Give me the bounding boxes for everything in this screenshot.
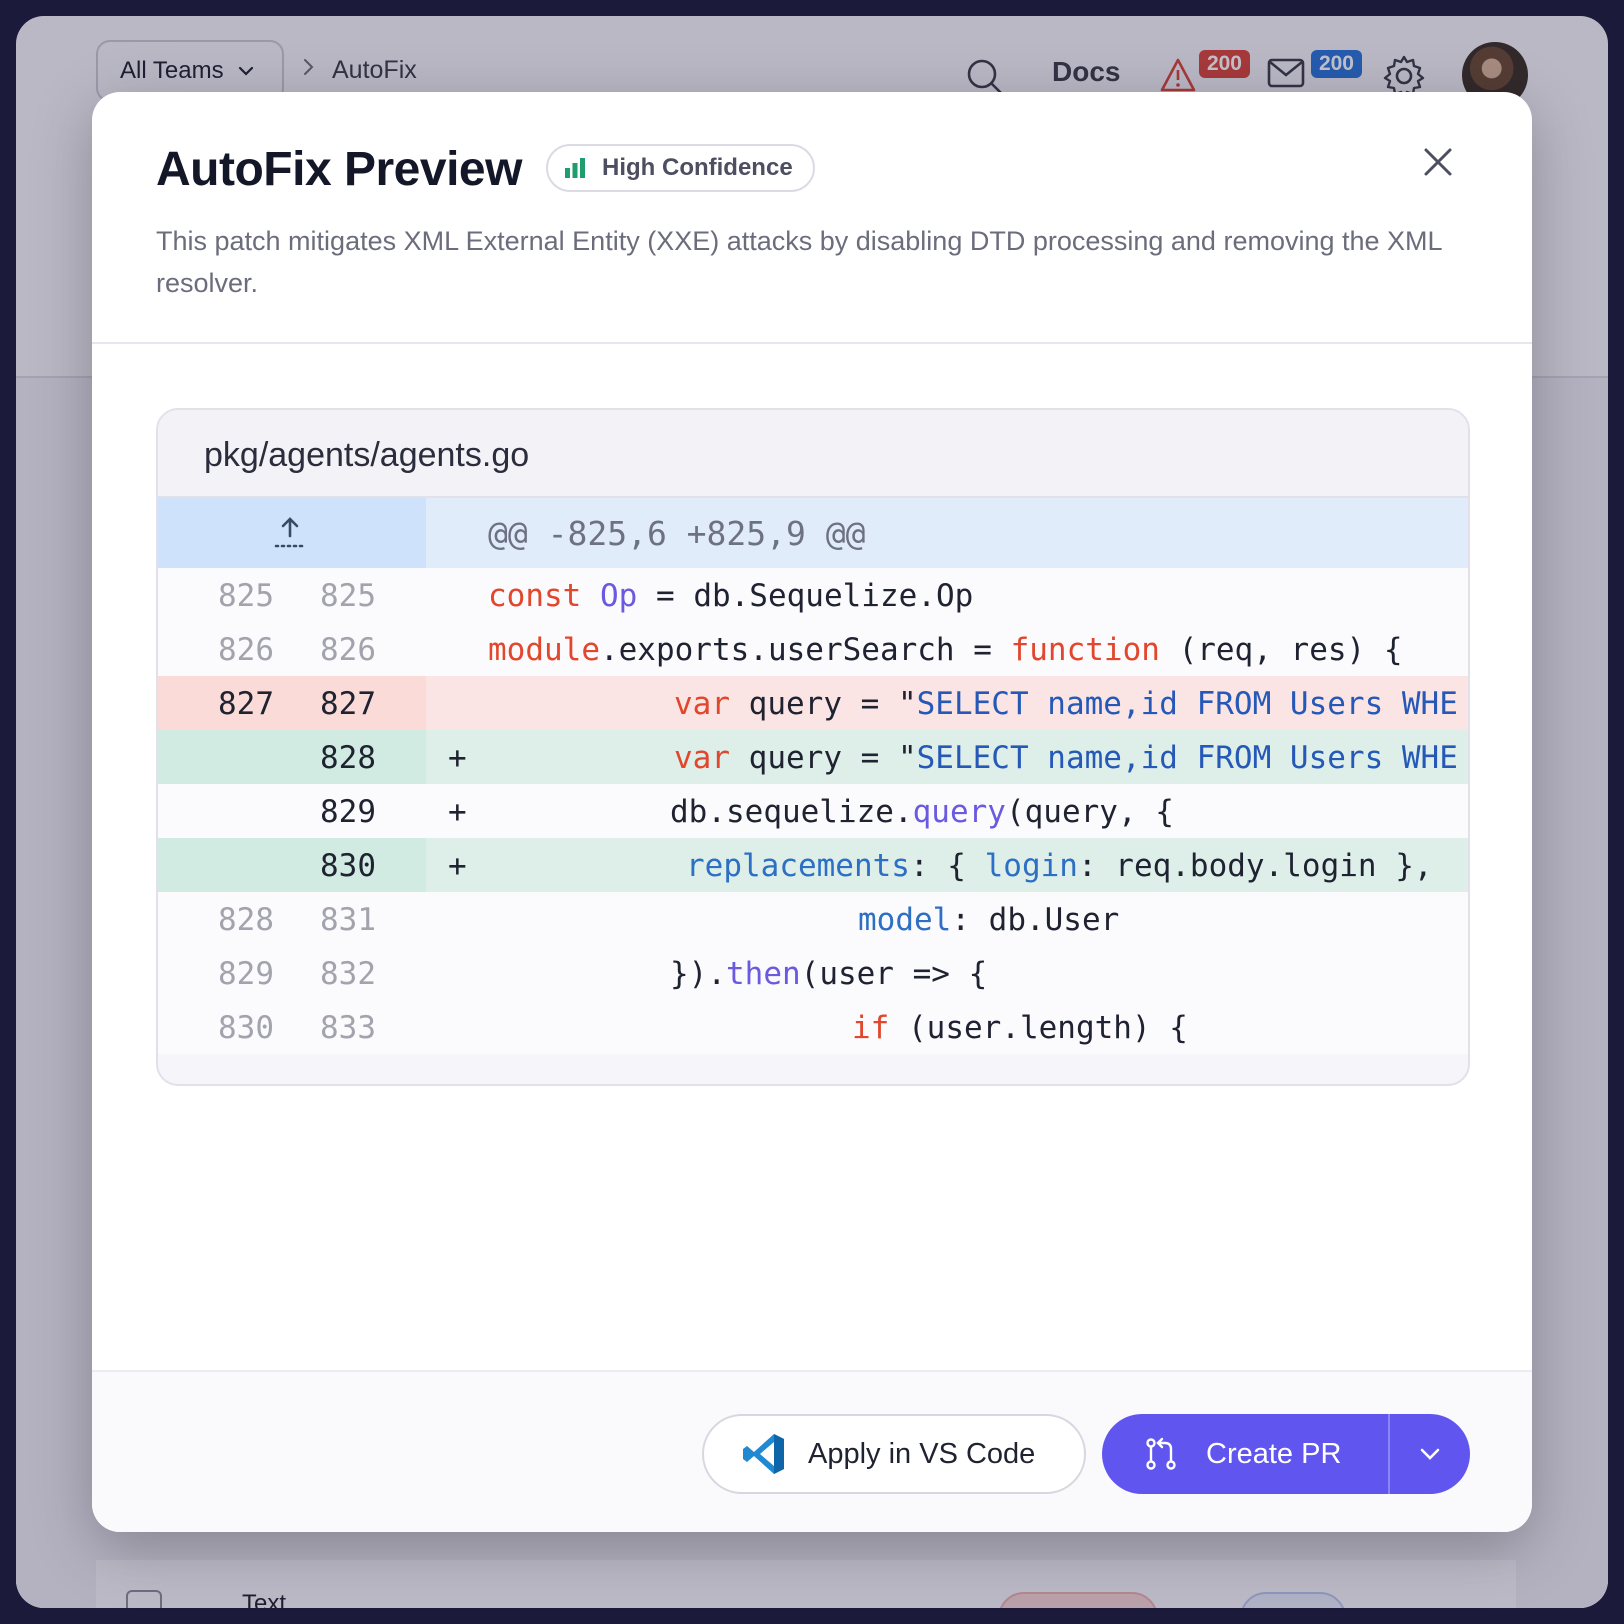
modal-title: AutoFix Preview [156, 143, 522, 196]
autofix-modal: AutoFix Preview High Confidence This pat… [92, 92, 1532, 1532]
code-property: login [984, 848, 1078, 884]
new-line-number: 829 [320, 794, 376, 830]
code-string: SELECT name,id FROM Users WHE [916, 686, 1458, 722]
code-line: replacements: { login: req.body.login }, [686, 848, 1433, 884]
code-line: }).then(user => { [670, 956, 987, 992]
code-token: }). [670, 956, 726, 992]
apply-in-vscode-button[interactable]: Apply in VS Code [702, 1414, 1086, 1494]
line-gutter [158, 838, 426, 892]
confidence-label: High Confidence [602, 154, 793, 181]
diff-line-added: 828 + var query = "SELECT name,id FROM U… [158, 730, 1468, 784]
code-token: (query, { [1005, 794, 1174, 830]
code-string: SELECT name,id FROM Users WHE [916, 740, 1458, 776]
code-token: .exports.userSearch = [599, 632, 1011, 668]
code-token: query = " [730, 740, 917, 776]
code-keyword: module [488, 632, 600, 668]
diff-line-added: 829 + db.sequelize.query(query, { [158, 784, 1468, 838]
code-line: var query = "SELECT name,id FROM Users W… [674, 740, 1458, 776]
code-keyword: var [674, 686, 730, 722]
new-line-number: 827 [320, 686, 376, 722]
line-gutter [158, 568, 426, 622]
modal-footer: Apply in VS Code Create PR [92, 1370, 1532, 1532]
hunk-range: @@ -825,6 +825,9 @@ [488, 514, 866, 553]
code-keyword: const [488, 578, 582, 614]
diff-line: 830 833 if (user.length) { [158, 1000, 1468, 1054]
new-line-number: 826 [320, 632, 376, 668]
code-token: = db.Sequelize.Op [637, 578, 974, 614]
code-token: : db.User [951, 902, 1120, 938]
code-method: then [726, 956, 801, 992]
modal-header: AutoFix Preview High Confidence This pat… [92, 92, 1532, 344]
old-line-number: 829 [218, 956, 274, 992]
code-keyword: var [674, 740, 730, 776]
diff-line-deleted: 827 827 var query = "SELECT name,id FROM… [158, 676, 1468, 730]
line-gutter [158, 1000, 426, 1054]
diff-line: 828 831 model: db.User [158, 892, 1468, 946]
create-pr-button[interactable]: Create PR [1102, 1414, 1388, 1494]
new-line-number: 832 [320, 956, 376, 992]
diff-lines: @@ -825,6 +825,9 @@ 825 825 const Op = d… [158, 498, 1468, 1054]
create-pr-options-button[interactable] [1390, 1414, 1470, 1494]
line-gutter [158, 622, 426, 676]
diff-line: 825 825 const Op = db.Sequelize.Op [158, 568, 1468, 622]
code-line: model: db.User [858, 902, 1119, 938]
old-line-number: 828 [218, 902, 274, 938]
pull-request-icon [1146, 1437, 1176, 1470]
code-token: : req.body.login }, [1077, 848, 1433, 884]
code-token: db.sequelize. [670, 794, 913, 830]
hunk-gutter[interactable] [158, 498, 426, 568]
diff-filename: pkg/agents/agents.go [158, 410, 1468, 498]
modal-description: This patch mitigates XML External Entity… [156, 226, 1442, 298]
code-keyword: function [1010, 632, 1160, 668]
confidence-badge: High Confidence [546, 144, 815, 192]
code-token: (req, res) { [1159, 632, 1403, 668]
apply-in-vscode-label: Apply in VS Code [808, 1437, 1036, 1470]
new-line-number: 825 [320, 578, 376, 614]
code-line: if (user.length) { [852, 1010, 1188, 1046]
line-gutter [158, 892, 426, 946]
old-line-number: 826 [218, 632, 274, 668]
code-token: query = " [730, 686, 917, 722]
diff-sign: + [448, 848, 467, 884]
new-line-number: 833 [320, 1010, 376, 1046]
old-line-number: 827 [218, 686, 274, 722]
code-property: replacements [686, 848, 910, 884]
line-gutter [158, 946, 426, 1000]
vscode-icon [743, 1434, 784, 1474]
line-gutter [158, 730, 426, 784]
diff-line: 826 826 module.exports.userSearch = func… [158, 622, 1468, 676]
line-gutter [158, 784, 426, 838]
diff-sign: + [448, 740, 467, 776]
diff-line: 829 832 }).then(user => { [158, 946, 1468, 1000]
diff-sign: + [448, 794, 467, 830]
code-identifier: Op [600, 578, 638, 614]
code-keyword: if [852, 1010, 890, 1046]
new-line-number: 828 [320, 740, 376, 776]
code-token: : { [909, 848, 985, 884]
diff-line-added: 830 + replacements: { login: req.body.lo… [158, 838, 1468, 892]
diff-viewer: pkg/agents/agents.go @@ -825,6 +825,9 @@… [156, 408, 1470, 1086]
code-token: (user => { [800, 956, 988, 992]
code-line: const Op = db.Sequelize.Op [488, 578, 973, 614]
chevron-down-icon [1420, 1448, 1440, 1460]
create-pr-split-button: Create PR [1102, 1414, 1470, 1494]
old-line-number: 825 [218, 578, 274, 614]
new-line-number: 830 [320, 848, 376, 884]
new-line-number: 831 [320, 902, 376, 938]
code-token: (user.length) { [889, 1010, 1188, 1046]
code-method: query [912, 794, 1006, 830]
create-pr-label: Create PR [1206, 1437, 1342, 1470]
expand-up-icon[interactable] [272, 516, 308, 550]
diff-hunk-header: @@ -825,6 +825,9 @@ [158, 498, 1468, 568]
bars-icon [565, 158, 585, 178]
close-icon[interactable] [1418, 142, 1458, 182]
old-line-number: 830 [218, 1010, 274, 1046]
code-line: db.sequelize.query(query, { [670, 794, 1174, 830]
code-line: var query = "SELECT name,id FROM Users W… [674, 686, 1458, 722]
code-property: model [858, 902, 952, 938]
line-gutter [158, 676, 426, 730]
code-line: module.exports.userSearch = function (re… [488, 632, 1403, 668]
